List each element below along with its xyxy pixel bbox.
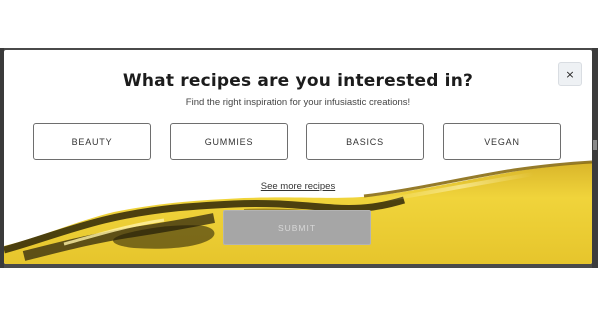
option-gummies-button[interactable]: GUMMIES <box>170 123 288 160</box>
modal-subtitle: Find the right inspiration for your infu… <box>185 97 411 108</box>
option-basics-button[interactable]: BASICS <box>306 123 424 160</box>
see-more-recipes-link[interactable]: See more recipes <box>261 181 335 192</box>
recipe-interest-modal: × What recipes are you interested in? Fi… <box>4 50 592 264</box>
see-more-container: See more recipes <box>4 176 592 194</box>
option-beauty-button[interactable]: BEAUTY <box>33 123 151 160</box>
option-vegan-button[interactable]: VEGAN <box>443 123 561 160</box>
modal-title: What recipes are you interested in? <box>122 71 474 91</box>
submit-button[interactable]: SUBMIT <box>223 210 371 245</box>
page-scrollbar[interactable] <box>592 48 598 268</box>
recipe-options: BEAUTY GUMMIES BASICS VEGAN <box>33 123 563 161</box>
